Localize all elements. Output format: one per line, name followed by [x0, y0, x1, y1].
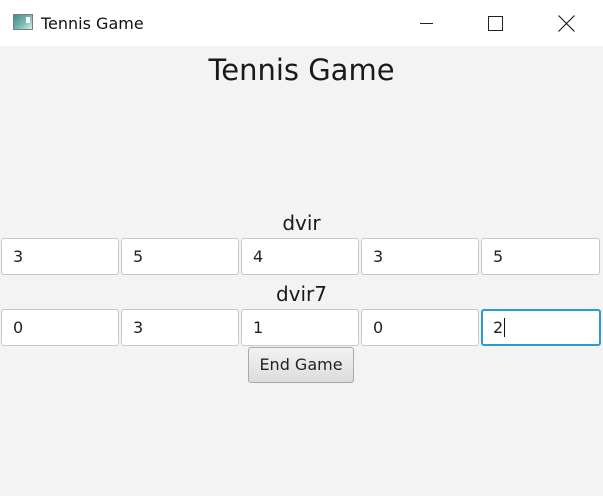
player-2-score-field-3[interactable]: 1: [241, 309, 359, 346]
end-game-button[interactable]: End Game: [248, 347, 354, 383]
minimize-button[interactable]: [404, 0, 450, 46]
player-1-score-field-1[interactable]: 3: [1, 238, 119, 275]
player-2-score-row: 0 3 1 0 2: [1, 309, 601, 346]
player-1-score-field-3[interactable]: 4: [241, 238, 359, 275]
player-1-name: dvir: [282, 211, 321, 235]
player-1-score-row: 3 5 4 3 5: [1, 238, 601, 275]
text-caret: [504, 318, 506, 337]
title-bar[interactable]: Tennis Game: [0, 0, 603, 46]
player-1-score-field-4[interactable]: 3: [361, 238, 479, 275]
score-value: 2: [493, 318, 504, 337]
player-2-score-field-2[interactable]: 3: [121, 309, 239, 346]
player-2-name: dvir7: [275, 282, 328, 306]
maximize-icon: [488, 16, 503, 31]
maximize-button[interactable]: [472, 0, 518, 46]
player-2-score-field-5[interactable]: 2: [481, 309, 601, 346]
page-title: Tennis Game: [208, 53, 395, 87]
player-1-score-field-5[interactable]: 5: [481, 238, 600, 275]
app-window-icon: [13, 14, 33, 30]
player-1-score-field-2[interactable]: 5: [121, 238, 239, 275]
player-2-score-field-4[interactable]: 0: [361, 309, 479, 346]
player-2-score-field-1[interactable]: 0: [1, 309, 119, 346]
close-icon: [558, 15, 575, 32]
close-button[interactable]: [543, 0, 589, 46]
minimize-icon: [420, 23, 433, 24]
window-title: Tennis Game: [41, 14, 144, 33]
